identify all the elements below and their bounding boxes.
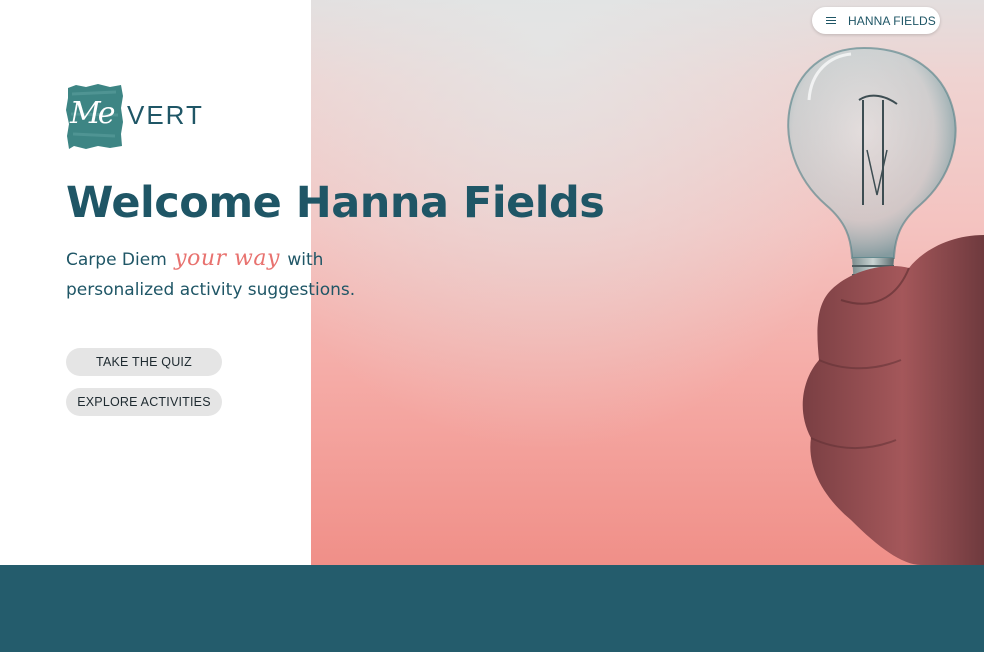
user-menu-button[interactable]: HANNA FIELDS [812,7,940,34]
tagline-lead: Carpe Diem [66,250,167,270]
hero-tagline: Carpe Diem your way with personalized ac… [66,244,366,305]
user-name-label: HANNA FIELDS [848,13,936,28]
light-bulb-illustration [787,46,984,565]
footer-band [0,565,984,652]
hero-section: HANNA FIELDS Me VERT Welcome Hanna Field… [0,0,984,565]
page-title: Welcome Hanna Fields [66,178,605,228]
explore-activities-button[interactable]: EXPLORE ACTIVITIES [66,388,222,416]
take-quiz-button[interactable]: TAKE THE QUIZ [66,348,222,376]
logo-wordmark: VERT [127,100,204,130]
tagline-script-accent: your way [174,246,280,271]
mevert-logo[interactable]: Me VERT [66,84,206,150]
menu-icon [826,16,836,25]
hand-holding-light-bulb-image [311,0,984,565]
logo-script-text: Me [70,96,116,131]
